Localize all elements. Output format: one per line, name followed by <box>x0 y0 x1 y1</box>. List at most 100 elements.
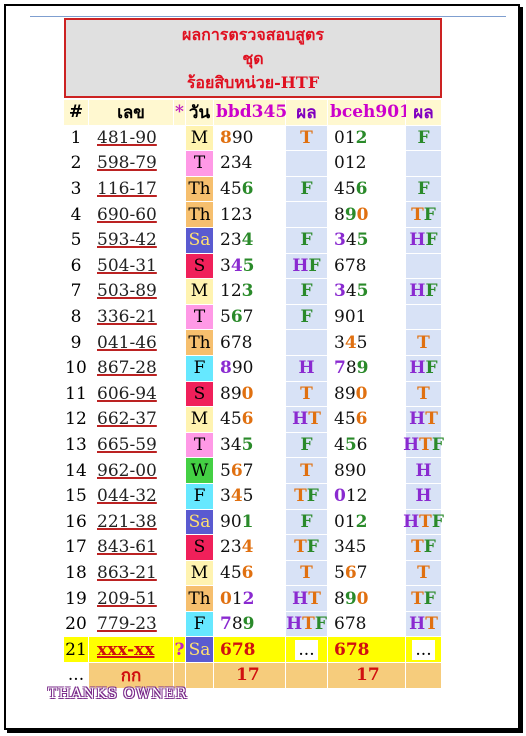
result-letter: T <box>425 614 438 635</box>
pending-row: 21 xxx-xx? Sa 678... 678... <box>64 637 442 664</box>
digit: 9 <box>230 383 242 404</box>
row-number: 863-21 <box>89 560 174 586</box>
day-cell: S <box>186 381 214 407</box>
col-result1-header: ผล <box>286 100 328 125</box>
digit: 4 <box>334 409 345 430</box>
row-index: 13 <box>64 432 89 458</box>
row-index: 10 <box>64 355 89 381</box>
row-star <box>174 611 186 637</box>
result-letter: H <box>409 409 426 430</box>
row-index: 1 <box>64 125 89 151</box>
formula2-digits: 678 <box>328 611 406 637</box>
result-letter: T <box>302 614 315 635</box>
result-letter: H <box>292 588 309 609</box>
result-letter: T <box>417 562 430 583</box>
result-letter: F <box>425 281 438 302</box>
result-letter: H <box>415 486 432 507</box>
digit: 7 <box>356 562 368 583</box>
result-letter: T <box>294 486 307 507</box>
day-cell: F <box>186 483 214 509</box>
day-cell: S <box>186 535 214 560</box>
digit: 5 <box>344 409 356 430</box>
row-index: 2 <box>64 151 89 176</box>
digit: 4 <box>345 281 357 302</box>
digit: 5 <box>242 255 255 276</box>
table-row: 13 665-59 T 3 4 5 F 4 5 6 H T F <box>64 432 444 459</box>
result1-cell: ... <box>286 637 328 663</box>
digit: 3 <box>334 332 345 353</box>
pending-result: ... <box>412 639 435 660</box>
result-letter: H <box>409 281 426 302</box>
digit: 1 <box>220 281 231 302</box>
formula1-digits: 234 <box>214 535 286 560</box>
row-number: 336-21 <box>89 304 174 330</box>
result1-cell: HF <box>286 253 328 279</box>
result-letter: H <box>292 255 309 276</box>
digit: 5 <box>241 435 254 456</box>
result2-cell: HT <box>406 407 442 432</box>
digit: 0 <box>344 307 356 328</box>
result1-cell: HT <box>286 586 328 611</box>
formula1-digits: 890 <box>214 381 286 407</box>
table-row: 15 044-32 F 3 4 5 T F 0 1 2 H <box>64 483 442 510</box>
digit: 5 <box>230 409 242 430</box>
row-star <box>174 355 186 381</box>
result-letter: F <box>300 230 313 251</box>
digit: 0 <box>220 588 232 609</box>
result-letter: F <box>425 230 438 251</box>
digit: 0 <box>230 511 242 532</box>
col-number-header: เลข <box>89 100 174 125</box>
row-star <box>174 304 186 330</box>
row-number: xxx-xx <box>89 637 174 663</box>
day-cell: Sa <box>186 509 214 535</box>
result-letter: F <box>423 537 436 558</box>
result-letter: T <box>411 204 424 225</box>
digit: 5 <box>220 307 231 328</box>
formula1-digits: 012 <box>214 586 286 611</box>
row-number: 116-17 <box>89 176 174 202</box>
formula2-digits: 890 <box>328 458 406 483</box>
footer-label: กก <box>89 663 174 688</box>
digit: 8 <box>345 358 357 379</box>
formula1-digits: 345 <box>214 483 286 509</box>
digit: 1 <box>220 204 231 225</box>
table-row: 18 863-21 M 4 5 6 T 5 6 7 T <box>64 560 442 587</box>
digit: 9 <box>344 383 356 404</box>
row-number: 481-90 <box>89 125 174 151</box>
digit: 4 <box>334 179 345 200</box>
digit: 2 <box>220 537 231 558</box>
col-result2-header: ผล <box>406 100 442 125</box>
result2-cell: HF <box>406 355 442 381</box>
result2-cell <box>406 151 442 176</box>
result1-cell: HTF <box>286 611 328 637</box>
footer-blank <box>286 663 328 688</box>
digit: 1 <box>355 307 367 328</box>
digit: 0 <box>241 383 254 404</box>
formula2-digits: 890 <box>328 381 406 407</box>
digit: 8 <box>220 358 232 379</box>
digit: 5 <box>242 486 254 507</box>
result1-cell: H <box>286 355 328 381</box>
formula2-digits: 345 <box>328 279 406 304</box>
table-row: 8 336-21 T 5 6 7 F 9 0 1 <box>64 304 442 331</box>
col-num-header: # <box>64 100 89 125</box>
row-index: 4 <box>64 202 89 227</box>
result-letter: F <box>431 511 444 532</box>
row-star <box>174 279 186 304</box>
digit: 6 <box>230 307 243 328</box>
footer-blank <box>186 663 214 688</box>
digit: 2 <box>355 153 367 174</box>
row-star <box>174 483 186 509</box>
digit: 7 <box>230 332 242 353</box>
digit: 6 <box>241 562 254 583</box>
digit: 0 <box>356 204 369 225</box>
formula1-digits: 678 <box>214 637 286 663</box>
col-star-header: * <box>174 100 186 125</box>
result2-cell <box>406 253 442 279</box>
result-letter: T <box>300 460 313 481</box>
digit: 5 <box>356 332 368 353</box>
formula1-digits: 901 <box>214 509 286 535</box>
row-number: 665-59 <box>89 432 174 458</box>
title-line-2: ชุด <box>242 49 264 68</box>
row-number: 593-42 <box>89 227 174 253</box>
